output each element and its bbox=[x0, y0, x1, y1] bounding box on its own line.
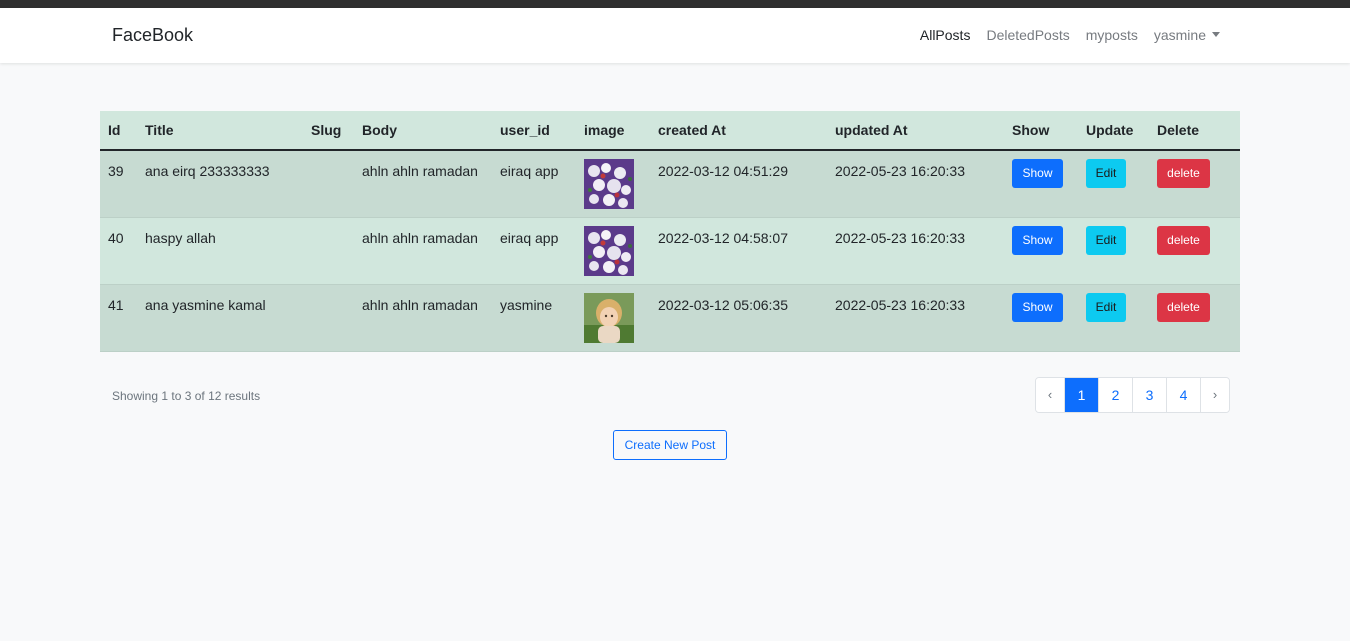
nav-link-myposts[interactable]: myposts bbox=[1086, 27, 1138, 43]
cell-updated-at: 2022-05-23 16:20:33 bbox=[835, 163, 965, 179]
header-created-at: created At bbox=[650, 111, 827, 151]
create-new-post-button[interactable]: Create New Post bbox=[613, 430, 727, 460]
header-update: Update bbox=[1078, 111, 1149, 151]
cell-user-id: eiraq app bbox=[500, 230, 559, 246]
cell-body: ahln ahln ramadan bbox=[362, 230, 478, 246]
pagination-page-1[interactable]: 1 bbox=[1064, 378, 1098, 412]
navbar: FaceBook AllPosts DeletedPosts myposts y… bbox=[0, 8, 1350, 63]
cell-slug bbox=[311, 218, 346, 230]
header-title: Title bbox=[137, 111, 303, 151]
user-name: yasmine bbox=[1153, 27, 1206, 43]
show-button[interactable]: Show bbox=[1012, 293, 1063, 322]
show-button[interactable]: Show bbox=[1012, 159, 1063, 188]
nav-links: AllPosts DeletedPosts myposts yasmine bbox=[904, 27, 1220, 43]
header-slug: Slug bbox=[303, 111, 354, 151]
header-delete: Delete bbox=[1149, 111, 1240, 151]
edit-button[interactable]: Edit bbox=[1086, 159, 1126, 188]
pagination-page-2[interactable]: 2 bbox=[1098, 378, 1132, 412]
posts-table: Id Title Slug Body user_id image created… bbox=[100, 111, 1240, 352]
table-row: 40 haspy allah ahln ahln ramadan eiraq a… bbox=[100, 217, 1240, 285]
pagination-next-icon[interactable]: › bbox=[1200, 378, 1229, 412]
table-header-row: Id Title Slug Body user_id image created… bbox=[100, 111, 1240, 151]
cell-created-at: 2022-03-12 05:06:35 bbox=[658, 297, 788, 313]
pagination: ‹ 1 2 3 4 › bbox=[1035, 377, 1230, 413]
results-summary: Showing 1 to 3 of 12 results bbox=[112, 389, 261, 403]
header-id: Id bbox=[100, 111, 137, 151]
delete-button[interactable]: delete bbox=[1157, 159, 1210, 188]
cell-title: ana eirq 233333333 bbox=[145, 163, 270, 179]
post-image-flowers bbox=[584, 159, 634, 209]
header-updated-at: updated At bbox=[827, 111, 1004, 151]
nav-link-deletedposts[interactable]: DeletedPosts bbox=[986, 27, 1069, 43]
cell-user-id: eiraq app bbox=[500, 163, 559, 179]
cell-title: haspy allah bbox=[145, 230, 216, 246]
cell-slug bbox=[311, 285, 346, 297]
delete-button[interactable]: delete bbox=[1157, 226, 1210, 255]
edit-button[interactable]: Edit bbox=[1086, 226, 1126, 255]
caret-down-icon bbox=[1212, 32, 1220, 37]
cell-updated-at: 2022-05-23 16:20:33 bbox=[835, 230, 965, 246]
browser-top-strip bbox=[0, 0, 1350, 8]
pagination-prev-icon[interactable]: ‹ bbox=[1036, 378, 1064, 412]
cell-id: 40 bbox=[108, 230, 124, 246]
cell-user-id: yasmine bbox=[500, 297, 553, 313]
pagination-page-3[interactable]: 3 bbox=[1132, 378, 1166, 412]
brand-logo[interactable]: FaceBook bbox=[112, 25, 193, 46]
cell-created-at: 2022-03-12 04:51:29 bbox=[658, 163, 788, 179]
header-user-id: user_id bbox=[492, 111, 576, 151]
post-image-girl bbox=[584, 293, 634, 343]
cell-slug bbox=[311, 151, 346, 163]
header-show: Show bbox=[1004, 111, 1078, 151]
nav-link-allposts[interactable]: AllPosts bbox=[920, 27, 971, 43]
cell-id: 39 bbox=[108, 163, 124, 179]
cell-created-at: 2022-03-12 04:58:07 bbox=[658, 230, 788, 246]
edit-button[interactable]: Edit bbox=[1086, 293, 1126, 322]
user-dropdown[interactable]: yasmine bbox=[1154, 27, 1220, 43]
table-row: 39 ana eirq 233333333 ahln ahln ramadan … bbox=[100, 150, 1240, 218]
cell-updated-at: 2022-05-23 16:20:33 bbox=[835, 297, 965, 313]
show-button[interactable]: Show bbox=[1012, 226, 1063, 255]
header-body: Body bbox=[354, 111, 492, 151]
cell-body: ahln ahln ramadan bbox=[362, 297, 478, 313]
cell-body: ahln ahln ramadan bbox=[362, 163, 478, 179]
post-image-flowers bbox=[584, 226, 634, 276]
table-row: 41 ana yasmine kamal ahln ahln ramadan y… bbox=[100, 284, 1240, 352]
cell-title: ana yasmine kamal bbox=[145, 297, 266, 313]
cell-id: 41 bbox=[108, 297, 124, 313]
pagination-page-4[interactable]: 4 bbox=[1166, 378, 1200, 412]
header-image: image bbox=[576, 111, 650, 151]
delete-button[interactable]: delete bbox=[1157, 293, 1210, 322]
